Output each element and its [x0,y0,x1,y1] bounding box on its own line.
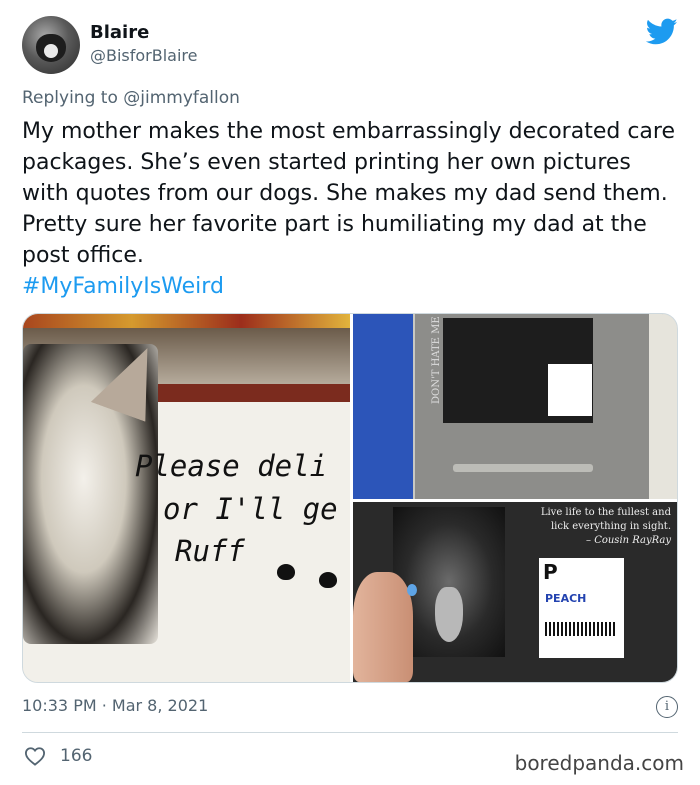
media-photo-mailbox[interactable]: DON'T HATE ME BECAUSE I'M BEAUTIF [353,314,677,499]
tweet-text: My mother makes the most embarrassingly … [22,116,682,302]
mailbox-postage-label [548,364,592,416]
package-quote-text: Live life to the fullest and lick everyt… [540,507,671,532]
postage-barcode [545,622,617,636]
author-avatar[interactable] [22,16,80,74]
author-name[interactable]: Blaire [90,22,149,43]
note-line-1: Please deli [135,449,328,483]
media-photo-package[interactable]: Live life to the fullest and lick everyt… [353,502,677,682]
heart-icon[interactable] [24,746,46,766]
info-icon[interactable]: i [656,696,678,718]
tweet-body: My mother makes the most embarrassingly … [22,119,675,268]
avatar-dog-spot [44,44,58,58]
tweet-timestamp[interactable]: 10:33 PM · Mar 8, 2021 [22,696,208,715]
postage-priority-letter: P [543,560,558,584]
reply-mention-link[interactable]: @jimmyfallon [123,88,240,108]
author-handle[interactable]: @BisforBlaire [90,46,198,65]
paw-print-icon [277,564,295,580]
reply-prefix: Replying to [22,88,124,108]
package-quote-attribution: – Cousin RayRay [586,535,671,546]
hashtag-link[interactable]: #MyFamilyIsWeird [22,271,682,302]
watermark: boredpanda.com [514,751,684,775]
package-dog-tongue [435,587,463,642]
mailbox-package-text: DON'T HATE ME BECAUSE I'M BEAUTIF [431,314,442,404]
postage-recipient: PEACH [545,592,587,605]
media-grid[interactable]: Please deli or I'll ge Ruff DON'T HATE M… [22,313,678,683]
paw-print-icon [319,572,337,588]
twitter-bird-icon[interactable] [646,18,678,46]
package-nail [407,584,417,596]
divider [22,732,678,733]
mailbox-blue-frame [353,314,413,499]
mailbox-handle [453,464,593,472]
package-holding-hand [353,572,413,682]
note-line-2: or I'll ge [163,492,338,526]
package-postage-label: P PEACH [539,558,624,658]
note-line-3: Ruff [175,534,245,568]
media-photo-note[interactable]: Please deli or I'll ge Ruff [23,314,350,682]
package-quote: Live life to the fullest and lick everyt… [521,506,671,548]
like-count: 166 [60,746,93,766]
mailbox-wall [649,314,677,499]
reply-context: Replying to @jimmyfallon [22,88,240,108]
